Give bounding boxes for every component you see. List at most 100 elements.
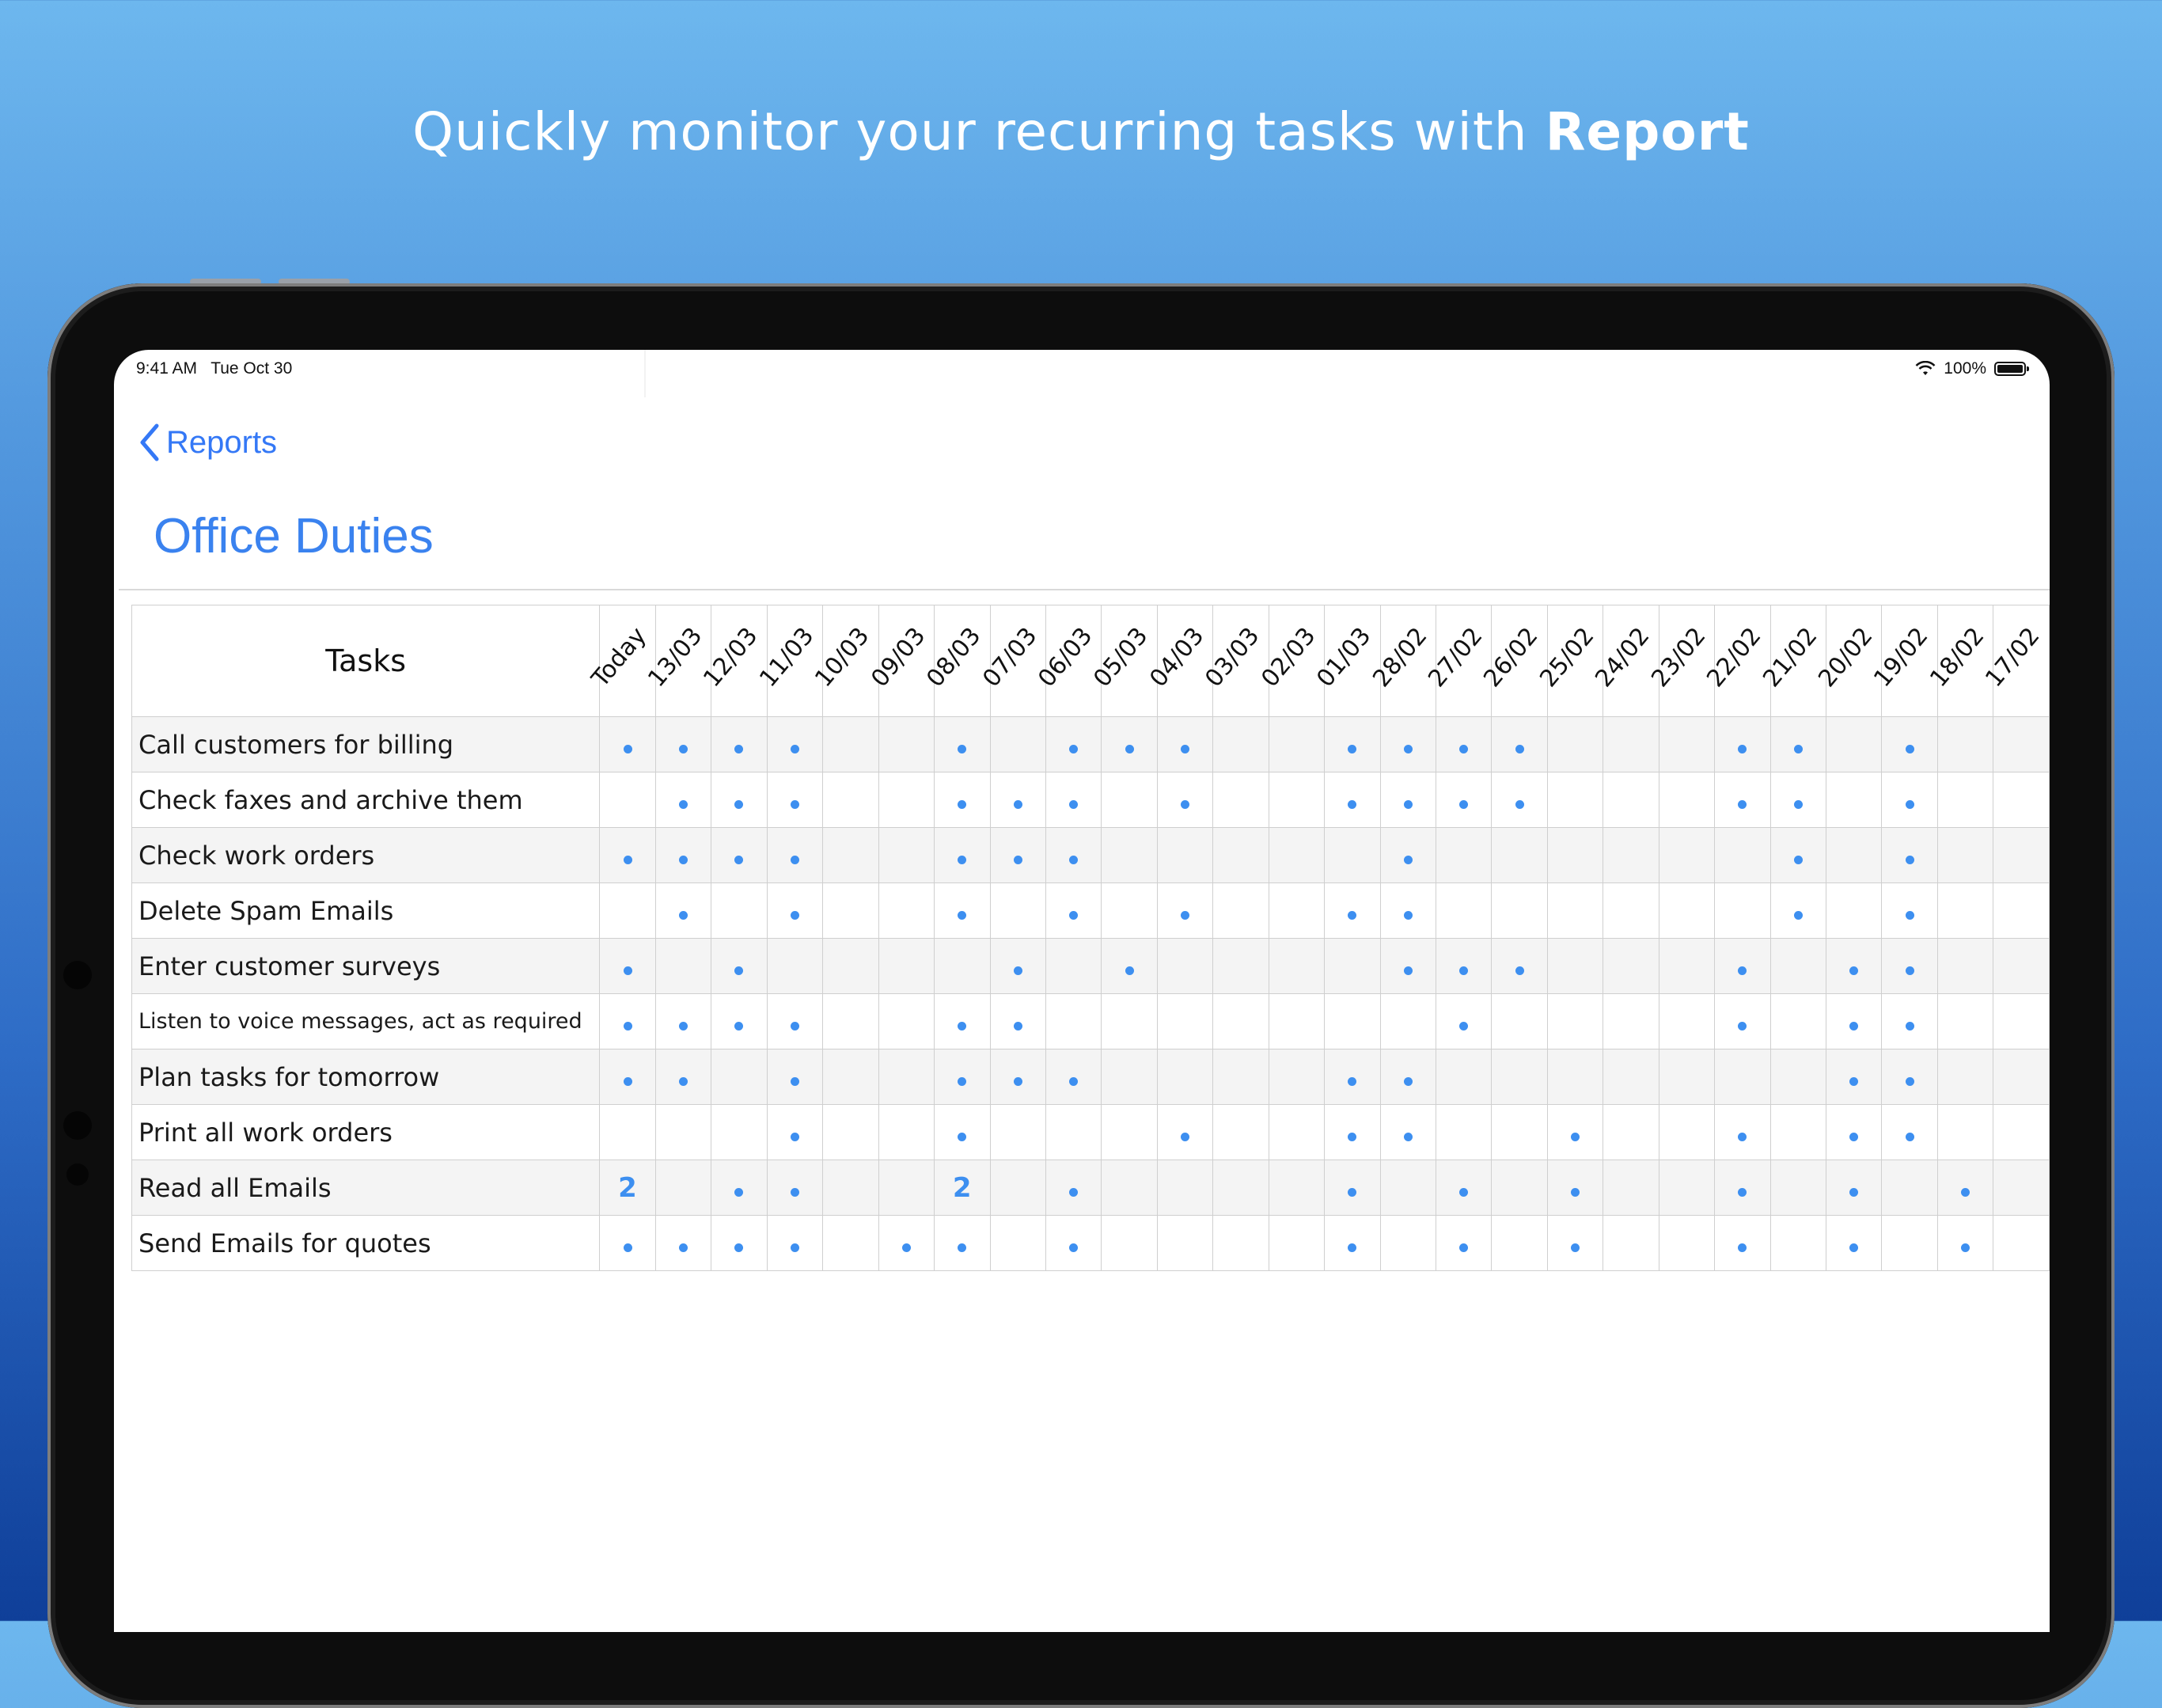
completion-cell — [1268, 772, 1326, 828]
completion-cell — [711, 938, 768, 994]
completion-cell — [1491, 993, 1548, 1049]
completion-cell — [1993, 882, 2050, 939]
table-row[interactable]: Listen to voice messages, act as require… — [131, 993, 2050, 1049]
status-bar-left: 9:41 AM Tue Oct 30 — [136, 359, 292, 378]
completion-cell — [1156, 1049, 1214, 1105]
completion-cell — [989, 993, 1047, 1049]
table-row[interactable]: Check work orders — [131, 827, 2050, 883]
completion-cell — [766, 1160, 824, 1216]
completion-cell — [822, 1049, 879, 1105]
completion-cell — [1769, 882, 1826, 939]
completion-cell — [1658, 1104, 1716, 1160]
completion-cell — [1491, 882, 1548, 939]
completion-dot — [790, 855, 799, 864]
completion-cell — [1212, 1049, 1269, 1105]
completion-cell — [1045, 772, 1102, 828]
completion-cell — [878, 827, 935, 883]
completion-cell — [822, 1104, 879, 1160]
completion-dot — [901, 1243, 911, 1252]
completion-cell — [1435, 938, 1493, 994]
completion-cell — [1491, 1049, 1548, 1105]
completion-cell — [822, 772, 879, 828]
completion-cell — [766, 1049, 824, 1105]
table-row[interactable]: Send Emails for quotes — [131, 1215, 2050, 1271]
completion-cell — [1936, 938, 1994, 994]
completion-dot — [1125, 966, 1134, 975]
table-row[interactable]: Check faxes and archive them — [131, 772, 2050, 828]
completion-cell — [711, 1104, 768, 1160]
completion-cell — [1324, 1104, 1381, 1160]
completion-cell — [1379, 1049, 1436, 1105]
completion-cell — [1993, 938, 2050, 994]
table-row[interactable]: Enter customer surveys — [131, 938, 2050, 994]
completion-cell — [822, 1215, 879, 1271]
completion-cell — [1658, 1049, 1716, 1105]
completion-cell: 2 — [599, 1160, 656, 1216]
completion-dot — [1961, 1187, 1970, 1197]
completion-dot — [623, 1021, 632, 1030]
page-title: Office Duties — [154, 509, 434, 564]
completion-cell — [1936, 827, 1994, 883]
completion-cell — [599, 772, 656, 828]
completion-dot — [1738, 1243, 1747, 1252]
completion-cell — [1212, 1215, 1269, 1271]
completion-cell — [1603, 938, 1659, 994]
completion-cell — [1936, 772, 1994, 828]
date-column-header: 12/03 — [698, 605, 768, 717]
completion-cell — [989, 772, 1047, 828]
completion-cell — [1658, 772, 1716, 828]
completion-cell — [766, 827, 824, 883]
completion-cell — [654, 1215, 712, 1271]
completion-cell — [1045, 993, 1102, 1049]
completion-cell — [1546, 1160, 1604, 1216]
completion-cell — [1993, 1104, 2050, 1160]
completion-dot — [1403, 855, 1413, 864]
completion-cell — [1546, 1104, 1604, 1160]
date-column-header: 13/03 — [643, 605, 712, 717]
table-row[interactable]: Print all work orders — [131, 1104, 2050, 1160]
completion-cell — [878, 938, 935, 994]
completion-dot — [1738, 799, 1747, 809]
completion-dot — [1459, 966, 1469, 975]
completion-dot — [1849, 1132, 1859, 1141]
completion-dot — [1905, 1132, 1914, 1141]
task-name: Check faxes and archive them — [131, 772, 601, 828]
completion-cell — [1546, 1049, 1604, 1105]
completion-cell — [711, 1215, 768, 1271]
completion-cell — [1658, 1160, 1716, 1216]
completion-cell — [1156, 772, 1214, 828]
completion-cell — [878, 716, 935, 772]
completion-cell — [1546, 993, 1604, 1049]
completion-dot — [623, 1243, 632, 1252]
table-row[interactable]: Delete Spam Emails — [131, 882, 2050, 939]
completion-cell — [933, 993, 991, 1049]
completion-cell — [1714, 1160, 1771, 1216]
completion-cell — [1268, 993, 1326, 1049]
completion-cell — [822, 827, 879, 883]
completion-cell — [1546, 716, 1604, 772]
completion-cell — [989, 882, 1047, 939]
completion-cell — [1045, 1104, 1102, 1160]
completion-cell — [1936, 1215, 1994, 1271]
completion-cell — [1546, 938, 1604, 994]
back-button[interactable]: Reports — [138, 423, 277, 462]
completion-cell — [1156, 882, 1214, 939]
headline-emphasis: Report — [1545, 101, 1750, 162]
battery-icon — [1994, 362, 2029, 376]
task-name: Listen to voice messages, act as require… — [131, 993, 601, 1049]
completion-dot — [623, 855, 632, 864]
completion-cell — [1156, 1104, 1214, 1160]
table-row[interactable]: Read all Emails 2 2 — [131, 1160, 2050, 1216]
status-time: 9:41 AM — [136, 359, 198, 378]
table-row[interactable]: Plan tasks for tomorrow — [131, 1049, 2050, 1105]
table-row[interactable]: Call customers for billing — [131, 716, 2050, 772]
report-table-container[interactable]: Tasks Today 13/03 12/03 11/03 10/03 09/0… — [131, 605, 2050, 1285]
completion-dot — [958, 1132, 967, 1141]
completion-dot — [1905, 910, 1914, 920]
date-column-header: 19/02 — [1869, 605, 1938, 717]
completion-dot — [1459, 1243, 1469, 1252]
completion-dot — [790, 744, 799, 753]
date-column-header: 09/03 — [866, 605, 935, 717]
completion-cell — [1658, 993, 1716, 1049]
completion-cell — [654, 827, 712, 883]
